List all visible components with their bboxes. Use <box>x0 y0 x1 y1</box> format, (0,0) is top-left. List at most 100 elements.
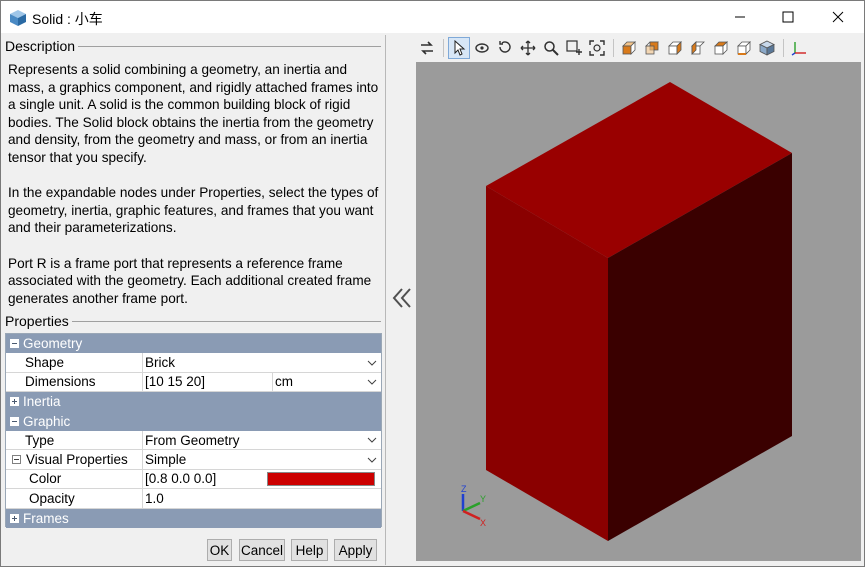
triad-x-label: X <box>480 518 486 528</box>
dimensions-unit-select[interactable]: cm <box>273 373 381 391</box>
axes-triad: Z Y X <box>461 484 486 528</box>
description-header-label: Description <box>5 38 76 54</box>
solid-block-icon <box>10 10 26 26</box>
bottom-view-icon <box>737 41 751 55</box>
title-bar: Solid : 小车 <box>1 1 864 33</box>
top-view-button[interactable] <box>710 37 732 59</box>
visual-properties-label: Visual Properties <box>26 452 128 468</box>
properties-divider <box>71 321 381 322</box>
fit-view-button[interactable] <box>586 37 608 59</box>
description-paragraph: Represents a solid combining a geometry,… <box>8 62 379 165</box>
roll-icon <box>499 41 511 53</box>
group-graphic[interactable]: Graphic <box>6 411 381 431</box>
solid-dialog-window: Solid : 小车 Description Represents a soli… <box>0 0 865 567</box>
triad-y-label: Y <box>480 494 486 504</box>
fit-view-icon <box>589 40 605 56</box>
color-swatch[interactable] <box>267 471 375 486</box>
window-title: Solid : 小车 <box>32 11 103 27</box>
swap-button[interactable] <box>416 37 438 59</box>
chevron-down-icon <box>367 437 377 443</box>
dimensions-input[interactable]: [10 15 20] <box>143 372 273 392</box>
collapse-icon[interactable] <box>10 339 19 349</box>
ok-button[interactable]: OK <box>207 539 232 561</box>
group-frames[interactable]: Frames <box>6 508 381 528</box>
3d-viewport[interactable]: Z Y X <box>416 62 861 561</box>
color-field[interactable]: [0.8 0.0 0.0] <box>143 470 381 488</box>
toolbar-separator <box>783 39 784 57</box>
visualization-panel: Z Y X <box>385 35 863 565</box>
description-paragraph: In the expandable nodes under Properties… <box>8 185 379 236</box>
pan-tool-button[interactable] <box>517 37 539 59</box>
bottom-view-button[interactable] <box>733 37 755 59</box>
prop-name-dimensions: Dimensions <box>6 372 143 392</box>
isometric-view-button[interactable] <box>756 37 778 59</box>
dimensions-unit-value: cm <box>275 374 293 390</box>
collapse-icon[interactable] <box>10 416 19 426</box>
select-tool-button[interactable] <box>448 37 470 59</box>
zoom-box-button[interactable] <box>563 37 585 59</box>
visual-properties-select[interactable]: Simple <box>143 450 381 468</box>
swap-icon <box>421 41 433 55</box>
prop-row-type: Type From Geometry <box>6 431 381 451</box>
zoom-tool-button[interactable] <box>540 37 562 59</box>
front-view-button[interactable] <box>618 37 640 59</box>
expand-icon[interactable] <box>10 397 19 407</box>
toolbar-separator <box>613 39 614 57</box>
zoom-icon <box>544 41 559 56</box>
axes-toggle-button[interactable] <box>788 37 810 59</box>
chevron-down-icon <box>367 457 377 463</box>
prop-row-dimensions: Dimensions [10 15 20] cm <box>6 372 381 393</box>
group-inertia-label: Inertia <box>23 394 61 410</box>
help-button[interactable]: Help <box>291 539 328 561</box>
collapse-panel-icon[interactable] <box>390 286 414 310</box>
collapse-icon[interactable] <box>12 455 21 465</box>
color-input[interactable]: [0.8 0.0 0.0] <box>145 471 261 486</box>
minimize-button[interactable] <box>715 1 765 33</box>
prop-name-opacity: Opacity <box>6 489 143 508</box>
triad-z-label: Z <box>461 484 467 494</box>
back-view-icon <box>645 41 659 55</box>
right-view-button[interactable] <box>687 37 709 59</box>
prop-row-shape: Shape Brick <box>6 353 381 373</box>
description-header: Description <box>5 38 381 54</box>
group-inertia[interactable]: Inertia <box>6 392 381 412</box>
description-divider <box>78 46 381 47</box>
close-button[interactable] <box>813 1 863 33</box>
front-view-icon <box>622 41 636 55</box>
left-view-button[interactable] <box>664 37 686 59</box>
roll-tool-button[interactable] <box>494 37 516 59</box>
group-graphic-label: Graphic <box>23 413 71 429</box>
type-select-value: From Geometry <box>145 432 240 448</box>
prop-row-color: Color [0.8 0.0 0.0] <box>6 469 381 490</box>
description-paragraph: Port R is a frame port that represents a… <box>8 255 372 306</box>
shape-select[interactable]: Brick <box>143 353 381 371</box>
expand-icon[interactable] <box>10 513 19 523</box>
right-view-icon <box>691 41 705 55</box>
prop-name-visual-properties[interactable]: Visual Properties <box>6 450 143 469</box>
shape-select-value: Brick <box>145 355 175 371</box>
viewer-toolbar <box>416 37 811 59</box>
prop-row-opacity: Opacity 1.0 <box>6 489 381 509</box>
apply-button[interactable]: Apply <box>334 539 377 561</box>
prop-row-visual-properties: Visual Properties Simple <box>6 450 381 470</box>
cancel-button[interactable]: Cancel <box>239 539 285 561</box>
chevron-down-icon <box>367 379 377 385</box>
maximize-button[interactable] <box>763 1 813 33</box>
properties-header-label: Properties <box>5 313 69 329</box>
select-arrow-icon <box>454 40 466 56</box>
maximize-icon <box>782 11 794 23</box>
toolbar-separator <box>443 39 444 57</box>
group-geometry[interactable]: Geometry <box>6 334 381 354</box>
zoom-box-icon <box>566 40 582 55</box>
back-view-button[interactable] <box>641 37 663 59</box>
rotate-tool-button[interactable] <box>471 37 493 59</box>
left-panel: Description Represents a solid combining… <box>3 35 382 565</box>
opacity-input[interactable]: 1.0 <box>143 489 381 507</box>
isometric-view-icon <box>759 40 775 56</box>
rotate-icon <box>475 43 489 53</box>
axes-toggle-icon <box>791 42 806 56</box>
close-icon <box>832 11 844 23</box>
type-select[interactable]: From Geometry <box>143 431 381 449</box>
minimize-icon <box>735 16 745 18</box>
top-view-icon <box>714 41 728 55</box>
